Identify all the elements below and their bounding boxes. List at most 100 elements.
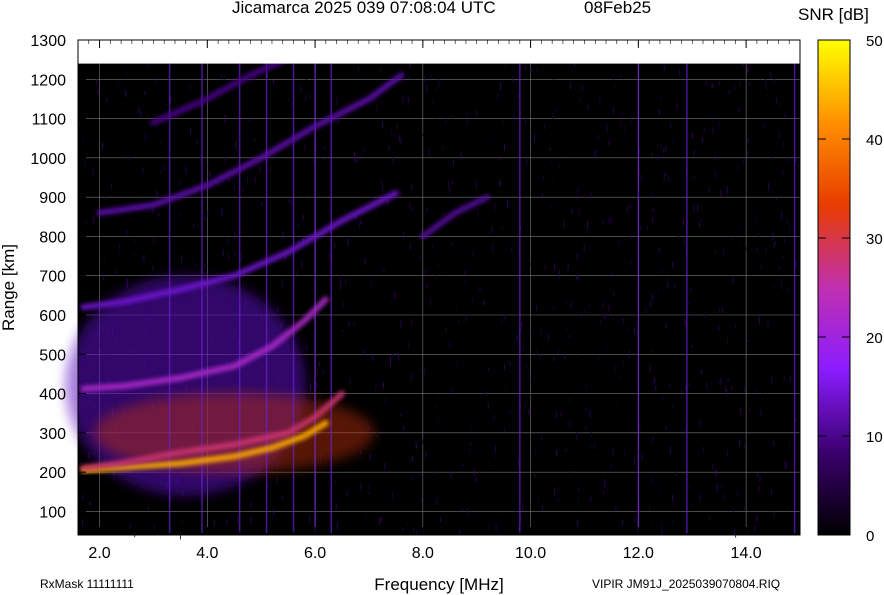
noise-speckle — [639, 422, 641, 430]
noise-speckle — [250, 516, 252, 523]
noise-speckle — [606, 125, 608, 133]
noise-speckle — [492, 244, 494, 252]
noise-speckle — [430, 74, 432, 78]
noise-speckle — [657, 155, 659, 161]
noise-speckle — [650, 525, 652, 530]
noise-speckle — [324, 146, 325, 151]
noise-speckle — [754, 524, 756, 531]
noise-speckle — [508, 359, 510, 364]
noise-speckle — [442, 211, 444, 216]
y-tick-label: 700 — [39, 269, 66, 286]
noise-speckle — [410, 373, 412, 382]
noise-speckle — [654, 377, 656, 383]
noise-speckle — [464, 270, 466, 276]
noise-speckle — [282, 231, 284, 239]
noise-speckle — [525, 66, 527, 70]
noise-speckle — [558, 270, 560, 278]
y-tick-label: 200 — [39, 465, 66, 482]
noise-speckle — [603, 491, 604, 495]
noise-speckle — [224, 147, 226, 151]
noise-speckle — [754, 218, 756, 224]
noise-speckle — [744, 443, 745, 449]
noise-speckle — [670, 122, 672, 129]
noise-speckle — [504, 314, 506, 322]
noise-speckle — [324, 158, 326, 161]
noise-speckle — [226, 519, 228, 525]
noise-speckle — [640, 174, 642, 182]
noise-speckle — [634, 517, 636, 523]
noise-speckle — [105, 196, 107, 200]
noise-speckle — [93, 216, 95, 224]
noise-speckle — [336, 97, 338, 105]
noise-speckle — [416, 531, 417, 535]
noise-speckle — [359, 217, 361, 226]
noise-speckle — [787, 506, 789, 509]
noise-speckle — [382, 121, 384, 129]
noise-speckle — [156, 133, 158, 137]
noise-speckle — [449, 341, 451, 347]
noise-speckle — [552, 112, 554, 120]
noise-speckle — [524, 402, 526, 411]
noise-speckle — [560, 412, 562, 417]
noise-speckle — [411, 184, 413, 190]
noise-speckle — [585, 426, 587, 430]
noise-speckle — [459, 529, 461, 536]
noise-speckle — [138, 105, 140, 114]
noise-speckle — [739, 81, 741, 87]
noise-speckle — [126, 230, 128, 236]
noise-speckle — [652, 436, 654, 442]
noise-speckle — [569, 469, 571, 474]
noise-speckle — [344, 209, 346, 212]
noise-speckle — [615, 505, 617, 512]
noise-speckle — [134, 253, 136, 256]
noise-speckle — [795, 260, 797, 268]
noise-speckle — [663, 148, 665, 153]
noise-speckle — [634, 327, 635, 335]
noise-speckle — [152, 237, 154, 244]
noise-speckle — [716, 483, 718, 491]
noise-speckle — [147, 114, 148, 118]
noise-speckle — [436, 405, 438, 408]
noise-speckle — [652, 350, 654, 354]
noise-speckle — [541, 436, 542, 440]
noise-speckle — [382, 184, 384, 191]
noise-speckle — [305, 95, 307, 102]
noise-speckle — [464, 280, 466, 283]
noise-speckle — [336, 522, 338, 530]
noise-speckle — [213, 520, 215, 527]
noise-speckle — [723, 248, 725, 255]
noise-speckle — [691, 504, 693, 507]
noise-speckle — [676, 104, 678, 109]
noise-speckle — [724, 384, 726, 392]
noise-speckle — [529, 380, 531, 385]
noise-speckle — [193, 223, 195, 228]
noise-speckle — [556, 449, 558, 457]
noise-speckle — [156, 190, 158, 197]
noise-speckle — [578, 489, 580, 493]
noise-speckle — [543, 124, 545, 130]
noise-speckle — [342, 301, 344, 309]
noise-speckle — [684, 238, 686, 246]
noise-speckle — [119, 244, 121, 248]
noise-speckle — [566, 155, 568, 158]
noise-speckle — [598, 355, 600, 360]
noise-speckle — [82, 518, 83, 526]
noise-speckle — [217, 63, 219, 67]
noise-speckle — [445, 327, 447, 333]
data-ceiling-band — [78, 40, 800, 64]
noise-speckle — [493, 414, 495, 421]
noise-speckle — [191, 259, 193, 263]
noise-speckle — [556, 411, 558, 418]
noise-speckle — [658, 247, 660, 253]
noise-speckle — [409, 243, 411, 250]
noise-speckle — [175, 115, 177, 118]
noise-speckle — [693, 150, 695, 156]
noise-speckle — [673, 501, 675, 508]
colorbar-tick-label: 30 — [866, 231, 883, 248]
noise-speckle — [542, 193, 543, 197]
noise-speckle — [155, 80, 157, 85]
noise-speckle — [424, 77, 426, 82]
y-tick-label: 400 — [39, 387, 66, 404]
noise-speckle — [469, 448, 471, 453]
noise-speckle — [261, 202, 263, 206]
